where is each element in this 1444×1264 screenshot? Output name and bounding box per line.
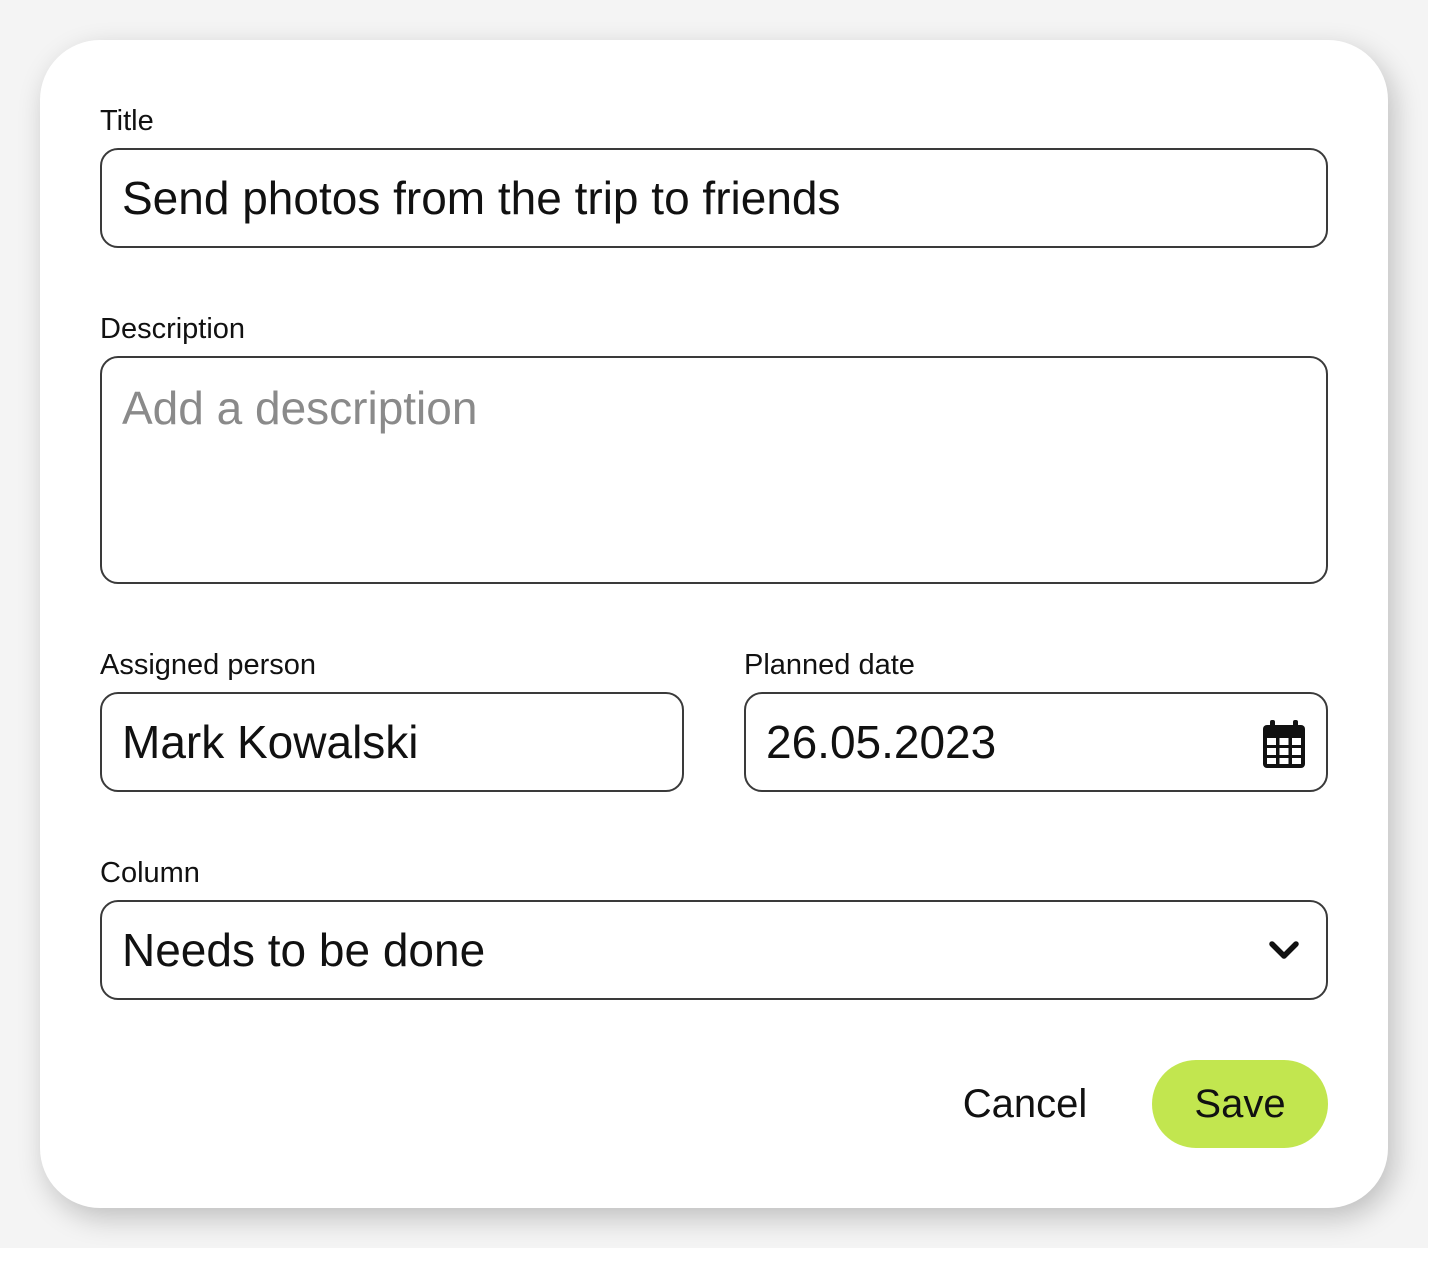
assignee-input[interactable]: Mark Kowalski <box>100 692 684 792</box>
calendar-icon[interactable] <box>1262 720 1306 768</box>
assignee-input-value: Mark Kowalski <box>122 716 419 768</box>
title-input[interactable]: Send photos from the trip to friends <box>100 148 1328 248</box>
title-input-value: Send photos from the trip to friends <box>122 172 841 224</box>
title-label: Title <box>100 105 154 137</box>
description-label: Description <box>100 313 246 345</box>
chevron-down-icon[interactable] <box>1268 940 1300 962</box>
cancel-button[interactable]: Cancel <box>940 1060 1110 1148</box>
save-button[interactable]: Save <box>1152 1060 1328 1148</box>
description-textarea[interactable]: Add a description <box>100 356 1328 584</box>
description-placeholder: Add a description <box>122 382 478 434</box>
date-label: Planned date <box>744 649 915 681</box>
date-input-value: 26.05.2023 <box>766 716 997 768</box>
date-input[interactable]: 26.05.2023 <box>744 692 1328 792</box>
column-select-value: Needs to be done <box>122 924 486 976</box>
column-label: Column <box>100 857 200 889</box>
column-select[interactable]: Needs to be done <box>100 900 1328 1000</box>
assignee-label: Assigned person <box>100 649 317 681</box>
edit-task-dialog: Title Send photos from the trip to frien… <box>40 40 1388 1208</box>
